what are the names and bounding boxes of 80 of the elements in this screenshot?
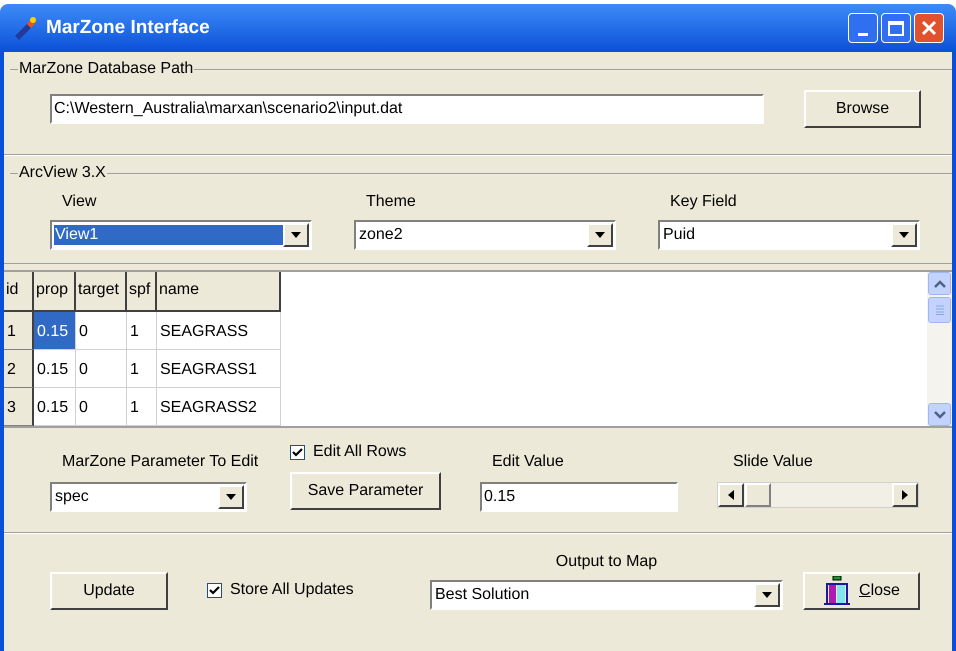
dropdown-value: spec — [54, 487, 90, 507]
dropdown[interactable]: Puid — [658, 220, 920, 250]
caret-down-icon — [291, 232, 301, 238]
path-field[interactable]: C:\Western_Australia\marxan\scenario2\input.dat — [50, 94, 764, 124]
dropdown[interactable]: Best Solution — [430, 580, 783, 610]
table-cell: 0.15 — [34, 388, 76, 426]
field-label: Key Field — [669, 192, 738, 212]
edit-value-field[interactable]: 0.15 — [480, 482, 678, 512]
checkmark-icon — [292, 448, 303, 456]
vertical-scrollbar[interactable] — [927, 272, 952, 426]
grip-icon — [934, 305, 944, 315]
dropdown[interactable]: spec — [50, 482, 247, 512]
table-cell: 1 — [127, 312, 157, 350]
checkbox-label: Edit All Rows — [313, 442, 406, 462]
group-label: ArcView 3.X — [18, 164, 107, 182]
column-header[interactable]: prop — [34, 272, 76, 312]
window-title: MarZone Interface — [46, 16, 211, 40]
field-label: View — [61, 192, 98, 212]
field-label: Theme — [365, 192, 417, 212]
minimize-button[interactable] — [848, 13, 878, 43]
scroll-left-button[interactable] — [718, 483, 744, 507]
field-label: Edit Value — [491, 452, 565, 472]
caret-down-icon — [762, 592, 772, 598]
column-header[interactable]: target — [76, 272, 127, 312]
update-button[interactable]: Update — [50, 572, 168, 610]
close-button[interactable] — [914, 13, 944, 43]
dropdown-value: zone2 — [358, 225, 404, 245]
table-cell: 0 — [76, 350, 127, 388]
checkbox-label: Store All Updates — [230, 580, 354, 600]
dropdown-value: Best Solution — [434, 585, 530, 605]
table-cell: 1 — [127, 388, 157, 426]
table-cell: SEAGRASS1 — [157, 350, 281, 388]
dropdown-button[interactable] — [283, 223, 309, 247]
field-label: MarZone Parameter To Edit — [61, 452, 260, 472]
scroll-down-button[interactable] — [928, 403, 951, 426]
checkbox[interactable] — [207, 582, 222, 598]
scroll-right-button[interactable] — [892, 483, 918, 507]
field-label: Output to Map — [556, 552, 658, 572]
door-icon — [823, 576, 852, 606]
column-header[interactable]: spf — [127, 272, 157, 312]
dropdown-button[interactable] — [891, 223, 917, 247]
save-parameter-button[interactable]: Save Parameter — [290, 472, 441, 510]
caret-right-icon — [902, 490, 908, 500]
column-header[interactable]: id — [4, 272, 34, 312]
slider-thumb[interactable] — [744, 483, 771, 507]
slider-scrollbar[interactable] — [717, 482, 919, 508]
dropdown-value: Puid — [662, 225, 696, 245]
caret-left-icon — [728, 490, 734, 500]
maximize-button[interactable] — [881, 13, 911, 43]
row-header[interactable]: 1 — [4, 312, 34, 350]
dropdown-value: View1 — [54, 225, 283, 245]
dropdown[interactable]: View1 — [50, 220, 312, 250]
dropdown-button[interactable] — [587, 223, 613, 247]
table-cell: 0.15 — [34, 312, 76, 350]
close-icon — [921, 20, 937, 36]
chevron-down-icon — [934, 410, 946, 418]
table-cell: SEAGRASS2 — [157, 388, 281, 426]
close-window-button[interactable]: Close — [803, 572, 920, 610]
browse-button[interactable]: Browse — [804, 90, 921, 128]
row-header[interactable]: 2 — [4, 350, 34, 388]
chevron-up-icon — [934, 280, 946, 288]
column-header[interactable]: name — [157, 272, 281, 312]
caret-down-icon — [595, 232, 605, 238]
dropdown[interactable]: zone2 — [354, 220, 616, 250]
caret-down-icon — [899, 232, 909, 238]
caret-down-icon — [226, 494, 236, 500]
table-cell: 0.15 — [34, 350, 76, 388]
row-header[interactable]: 3 — [4, 388, 34, 426]
dropdown-button[interactable] — [218, 485, 244, 509]
checkbox[interactable] — [290, 444, 305, 460]
table-cell: 1 — [127, 350, 157, 388]
field-label: Slide Value — [732, 452, 814, 472]
checkmark-icon — [209, 586, 220, 594]
scroll-thumb[interactable] — [928, 297, 951, 323]
dropdown-button[interactable] — [754, 583, 780, 607]
table-cell: 0 — [76, 388, 127, 426]
table-cell: 0 — [76, 312, 127, 350]
group-label: MarZone Database Path — [18, 60, 194, 78]
scroll-up-button[interactable] — [928, 272, 951, 295]
table-cell: SEAGRASS — [157, 312, 281, 350]
